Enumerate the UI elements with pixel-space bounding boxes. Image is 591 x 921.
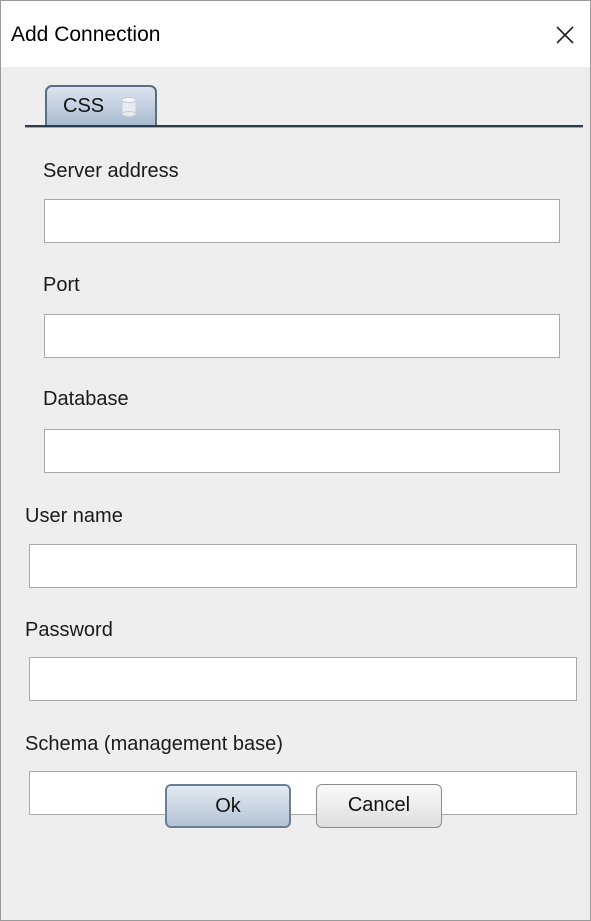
schema-field[interactable]: [29, 771, 577, 815]
close-icon: [556, 26, 574, 44]
server-address-field[interactable]: [44, 199, 560, 243]
port-field[interactable]: [44, 314, 560, 358]
dialog-body: CSS Server address Port Database User na…: [1, 67, 590, 920]
tab-divider: [25, 125, 583, 128]
add-connection-dialog: Add Connection CSS Server address Port D…: [0, 0, 591, 921]
cancel-button[interactable]: Cancel: [316, 784, 442, 828]
close-button[interactable]: [547, 17, 583, 53]
schema-label: Schema (management base): [25, 733, 283, 755]
database-icon: [121, 97, 137, 117]
tab-label: CSS: [63, 95, 105, 117]
user-name-label: User name: [25, 505, 123, 527]
port-label: Port: [43, 274, 80, 296]
server-address-label: Server address: [43, 160, 179, 182]
dialog-title: Add Connection: [11, 23, 161, 46]
tab-css[interactable]: CSS: [45, 85, 157, 125]
password-field[interactable]: [29, 657, 577, 701]
database-field[interactable]: [44, 429, 560, 473]
database-label: Database: [43, 388, 129, 410]
ok-button[interactable]: Ok: [165, 784, 291, 828]
user-name-field[interactable]: [29, 544, 577, 588]
title-bar: Add Connection: [1, 1, 590, 67]
password-label: Password: [25, 619, 113, 641]
